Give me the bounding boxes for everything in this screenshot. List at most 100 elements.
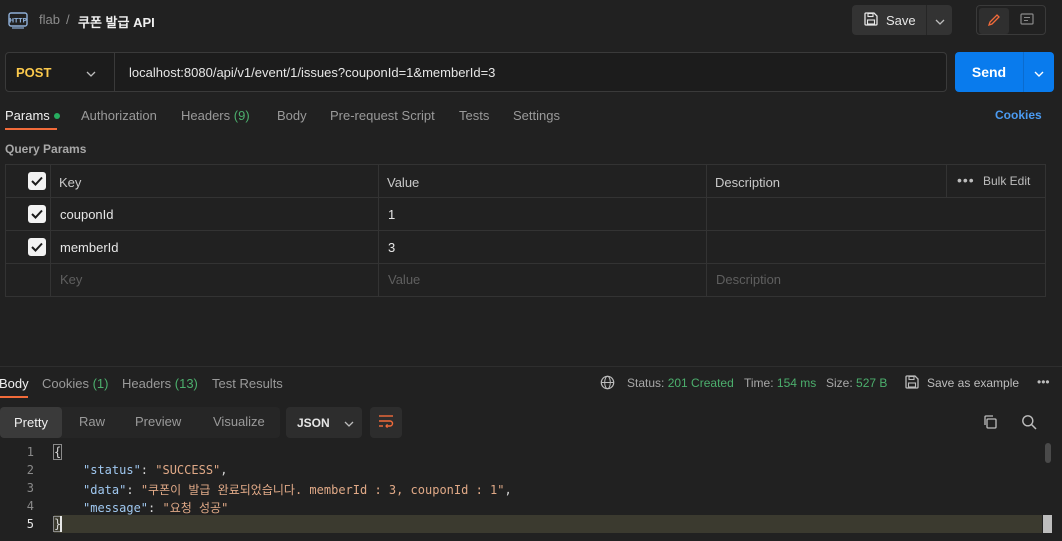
row-divider [6,197,1045,198]
new-param-value-input[interactable]: Value [388,272,420,287]
response-divider [0,366,1062,367]
json-line-data: "data": "쿠폰이 발급 완료되었습니다. memberId : 3, c… [83,483,512,497]
active-tab-underline [5,128,57,130]
time-value: 154 ms [776,376,817,390]
tab-headers[interactable]: Headers (9) [181,108,250,123]
http-method-select[interactable]: POST [16,65,51,80]
select-all-checkbox[interactable] [28,172,46,190]
save-label: Save [886,12,916,28]
status-value: 201 Created [667,376,734,390]
json-open-brace: { [52,444,63,460]
http-icon: HTTP [8,11,28,29]
response-headers-count: (13) [174,376,198,391]
col-divider [946,165,947,197]
param-key[interactable]: couponId [60,207,114,222]
more-options-icon[interactable]: ••• [957,172,975,188]
wrap-lines-icon [378,414,394,431]
json-string: "SUCCESS" [155,463,221,477]
response-format-select[interactable]: JSON [286,407,362,438]
more-options-icon[interactable]: ••• [1037,375,1050,389]
time-label: Time: [744,376,774,390]
pencil-icon [987,13,1001,30]
tab-pre-request-script[interactable]: Pre-request Script [330,108,435,123]
col-divider [50,165,51,296]
save-as-example-button[interactable]: Save as example [927,376,1019,390]
line-number: 4 [26,499,34,513]
globe-icon[interactable] [600,375,615,393]
size-label: Size: [826,376,853,390]
param-checkbox[interactable] [28,238,46,256]
url-input[interactable]: localhost:8080/api/v1/event/1/issues?cou… [129,65,495,80]
scrollbar-thumb[interactable] [1043,515,1052,533]
json-string: "요청 성공" [162,501,229,515]
url-divider [114,53,115,91]
json-key: "message" [83,501,149,515]
request-title[interactable]: 쿠폰 발급 API [78,12,155,31]
param-value[interactable]: 1 [388,207,395,222]
tab-response-cookies-label: Cookies [42,376,89,391]
json-line-status: "status": "SUCCESS", [83,463,228,477]
view-visualize-button[interactable]: Visualize [213,414,265,429]
tab-response-cookies[interactable]: Cookies (1) [42,376,108,391]
tab-tests[interactable]: Tests [459,108,489,123]
param-value[interactable]: 3 [388,240,395,255]
chevron-down-icon [344,416,354,430]
breadcrumb-workspace[interactable]: flab [39,12,60,27]
scrollbar[interactable] [1045,443,1051,463]
active-line-highlight [54,515,1042,533]
row-divider [6,230,1045,231]
wrap-lines-button[interactable] [370,407,402,438]
response-status[interactable]: Status: 201 Created [627,376,734,390]
response-size[interactable]: Size: 527 B [826,376,887,390]
copy-icon[interactable] [982,414,998,433]
save-icon[interactable] [905,375,919,392]
status-label: Status: [627,376,665,390]
edit-mode-button[interactable] [979,8,1009,34]
breadcrumb-separator: / [66,12,70,27]
column-header-description: Description [715,175,781,190]
query-params-label: Query Params [5,142,87,156]
tab-response-headers[interactable]: Headers (13) [122,376,198,391]
view-pretty-button[interactable]: Pretty [0,407,62,438]
new-param-description-input[interactable]: Description [716,272,781,287]
tab-settings[interactable]: Settings [513,108,560,123]
view-raw-button[interactable]: Raw [79,414,105,429]
tab-response-body[interactable]: Body [0,376,29,391]
tab-headers-label: Headers [181,108,231,123]
headers-count: (9) [233,108,250,123]
view-preview-button[interactable]: Preview [135,414,181,429]
chevron-down-icon[interactable] [86,65,96,80]
tab-authorization[interactable]: Authorization [81,108,157,123]
response-time[interactable]: Time: 154 ms [744,376,816,390]
tab-body[interactable]: Body [277,108,307,123]
send-options-button[interactable] [1023,52,1054,92]
param-checkbox[interactable] [28,205,46,223]
text-cursor [60,516,62,532]
search-icon[interactable] [1021,414,1037,433]
col-divider [378,165,379,296]
bulk-edit-button[interactable]: Bulk Edit [983,174,1030,188]
save-icon [864,11,878,29]
param-key[interactable]: memberId [60,240,119,255]
column-header-key: Key [59,175,82,190]
col-divider [706,165,707,296]
active-tab-underline [0,396,28,398]
new-param-key-input[interactable]: Key [60,272,82,287]
save-options-button[interactable] [926,5,952,35]
tab-params-label: Params [5,108,50,123]
size-value: 527 B [856,376,888,390]
send-button[interactable]: Send [955,52,1023,92]
cookies-link[interactable]: Cookies [995,108,1042,122]
documentation-button[interactable] [1012,8,1042,34]
json-line-message: "message": "요청 성공" [83,501,229,515]
tab-params[interactable]: Params [5,108,60,123]
cookies-count: (1) [92,376,109,391]
chevron-down-icon [935,13,945,28]
save-button[interactable]: Save [852,5,926,35]
line-number: 5 [26,517,34,531]
json-key: "status" [83,463,141,477]
response-format-label: JSON [297,415,330,430]
tab-test-results[interactable]: Test Results [212,376,283,391]
comment-icon [1020,13,1034,29]
svg-text:HTTP: HTTP [9,18,27,25]
